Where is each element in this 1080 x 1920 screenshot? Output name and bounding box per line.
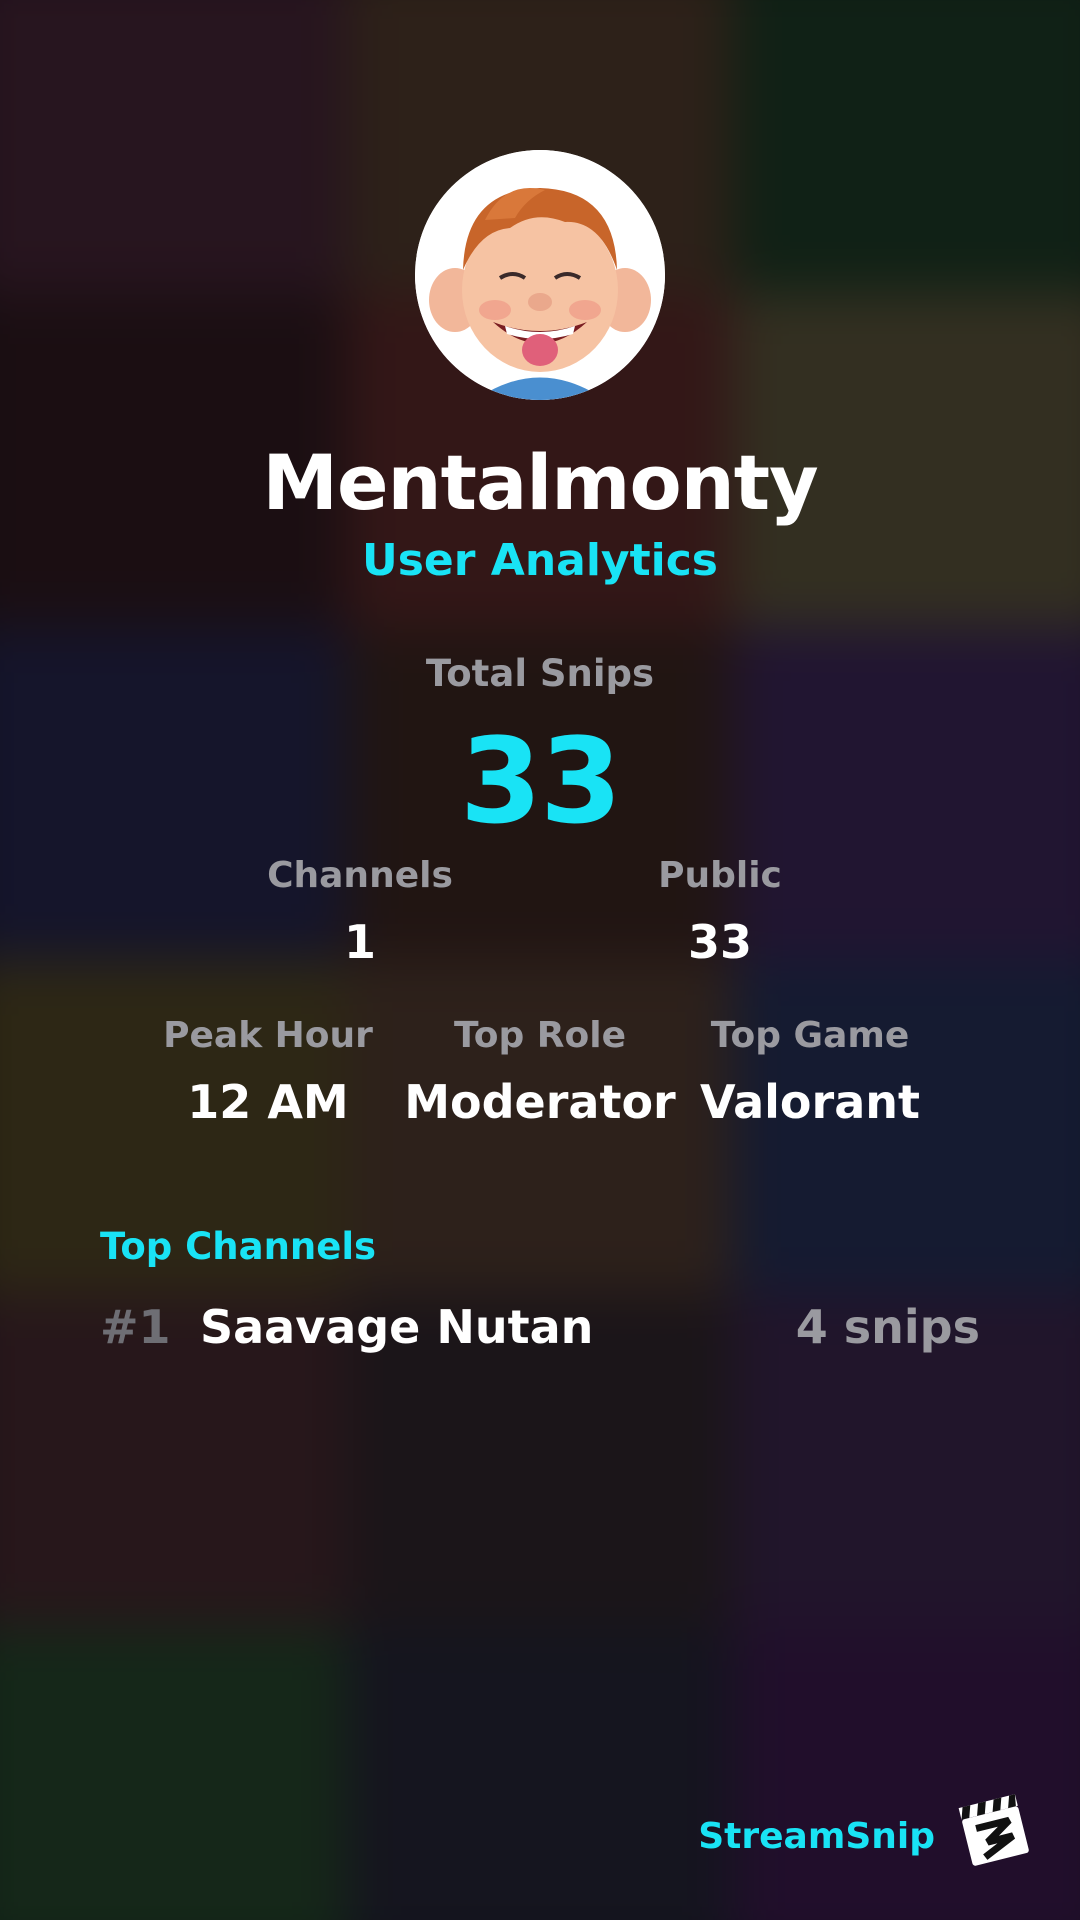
top-game-label: Top Game [710, 1015, 910, 1056]
brand-footer: StreamSnip [680, 1790, 1035, 1880]
page-subtitle: User Analytics [362, 535, 718, 586]
peak-hour-label: Peak Hour [163, 1015, 373, 1056]
top-channels-heading: Top Channels [100, 1225, 377, 1268]
public-label: Public [658, 855, 782, 896]
total-snips-label: Total Snips [425, 652, 655, 695]
channels-value: 1 [343, 915, 376, 969]
avatar [415, 150, 665, 400]
list-item: #1 Saavage Nutan 4 snips [100, 1300, 980, 1364]
peak-hour-value: 12 AM [187, 1075, 349, 1129]
channel-snip-count: 4 snips [795, 1300, 980, 1354]
username: Mentalmonty [262, 438, 818, 527]
analytics-card: Mentalmonty User Analytics Total Snips 3… [0, 0, 1080, 1920]
brand-name: StreamSnip [698, 1816, 935, 1857]
channel-rank: #1 [100, 1300, 171, 1354]
channel-name: Saavage Nutan [200, 1300, 594, 1354]
cartoon-face-icon [415, 150, 665, 400]
clapperboard-icon [958, 1794, 1029, 1866]
top-game-value: Valorant [700, 1075, 920, 1129]
top-role-label: Top Role [453, 1015, 627, 1056]
channels-label: Channels [267, 855, 453, 896]
top-role-value: Moderator [404, 1075, 676, 1129]
total-snips-value: 33 [459, 712, 622, 850]
public-value: 33 [687, 915, 752, 969]
